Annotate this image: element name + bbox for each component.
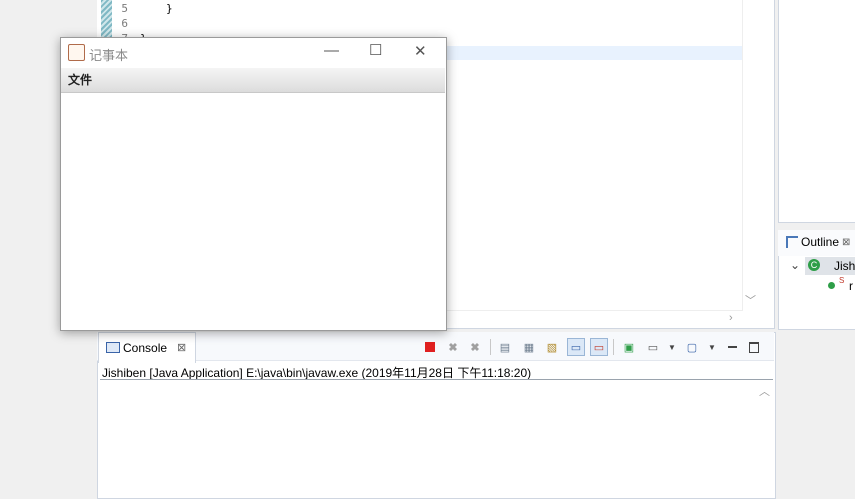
- close-button[interactable]: ✕: [414, 42, 427, 60]
- scroll-lock-icon: ▦: [523, 341, 535, 354]
- toolbar-divider: [490, 339, 491, 355]
- show-on-stdout-button[interactable]: ▭: [567, 338, 585, 356]
- editor-vertical-scrollbar[interactable]: ﹀: [742, 0, 758, 310]
- word-wrap-icon: ▧: [546, 341, 558, 354]
- minimize-button[interactable]: —: [324, 42, 339, 59]
- word-wrap-button[interactable]: ▧: [544, 339, 560, 355]
- dropdown-arrow-icon: ▼: [668, 342, 676, 352]
- console-icon: [106, 342, 120, 353]
- maximize-view-button[interactable]: [746, 339, 762, 355]
- close-icon[interactable]: ⊠: [842, 237, 850, 248]
- dropdown-arrow-icon: ▼: [708, 342, 716, 352]
- scroll-down-icon[interactable]: ﹀: [745, 292, 756, 308]
- class-icon: C: [808, 259, 820, 271]
- remove-launch-button[interactable]: ✖: [445, 339, 461, 355]
- maximize-button[interactable]: ☐: [369, 41, 382, 59]
- code-line[interactable]: }: [166, 2, 173, 15]
- right-top-panel: [778, 0, 855, 223]
- chevron-down-icon[interactable]: ⌄: [790, 258, 800, 272]
- notepad-menubar: [61, 68, 445, 93]
- console-vertical-scrollbar[interactable]: ︿: [757, 382, 772, 497]
- scroll-lock-button[interactable]: ▦: [521, 339, 537, 355]
- display-console-dropdown[interactable]: ▼: [664, 339, 680, 355]
- minimize-icon: [727, 346, 737, 348]
- editor-horizontal-scrollbar[interactable]: ›: [445, 310, 743, 326]
- monitor-icon: ▭: [647, 341, 659, 354]
- console-separator: [100, 379, 773, 380]
- pin-console-button[interactable]: ▣: [621, 339, 637, 355]
- clear-console-button[interactable]: ▤: [497, 339, 513, 355]
- maximize-icon: [749, 341, 759, 353]
- outline-method-label[interactable]: r: [849, 279, 853, 293]
- clear-icon: ▤: [499, 341, 511, 354]
- current-line-highlight: [444, 46, 742, 60]
- new-console-icon: ▢: [686, 341, 698, 354]
- minimize-view-button[interactable]: [724, 339, 740, 355]
- remove-all-terminated-button[interactable]: ✖: [467, 339, 483, 355]
- java-cup-icon: [68, 44, 85, 61]
- notepad-text-area[interactable]: [61, 93, 445, 328]
- scroll-up-icon[interactable]: ︿: [759, 383, 770, 399]
- tab-outline[interactable]: Outline ⊠: [786, 235, 850, 249]
- menu-file[interactable]: 文件: [68, 71, 92, 88]
- notepad-title: 记事本: [89, 48, 129, 63]
- stop-icon: [425, 342, 435, 352]
- method-icon: [828, 282, 835, 289]
- show-on-stderr-button[interactable]: ▭: [590, 338, 608, 356]
- stdout-icon: ▭: [570, 341, 582, 354]
- console-tab-label: Console: [123, 341, 168, 355]
- static-badge: S: [839, 276, 845, 285]
- line-number: 5: [121, 2, 128, 15]
- tab-console[interactable]: Console ⊠: [98, 332, 196, 363]
- line-number: 6: [121, 17, 128, 30]
- outline-class-label[interactable]: Jish: [834, 259, 855, 273]
- outline-icon: [786, 236, 798, 248]
- open-console-dropdown[interactable]: ▼: [704, 339, 720, 355]
- remove-all-icon: ✖: [470, 341, 480, 354]
- remove-icon: ✖: [448, 341, 458, 354]
- scroll-right-icon[interactable]: ›: [729, 312, 733, 324]
- open-console-button[interactable]: ▢: [684, 339, 700, 355]
- stderr-icon: ▭: [593, 341, 605, 354]
- terminate-button[interactable]: [422, 339, 438, 355]
- display-console-button[interactable]: ▭: [645, 339, 661, 355]
- close-icon[interactable]: ⊠: [177, 341, 186, 354]
- pin-icon: ▣: [623, 341, 635, 354]
- toolbar-divider: [613, 339, 614, 355]
- outline-tab-label: Outline: [801, 235, 840, 249]
